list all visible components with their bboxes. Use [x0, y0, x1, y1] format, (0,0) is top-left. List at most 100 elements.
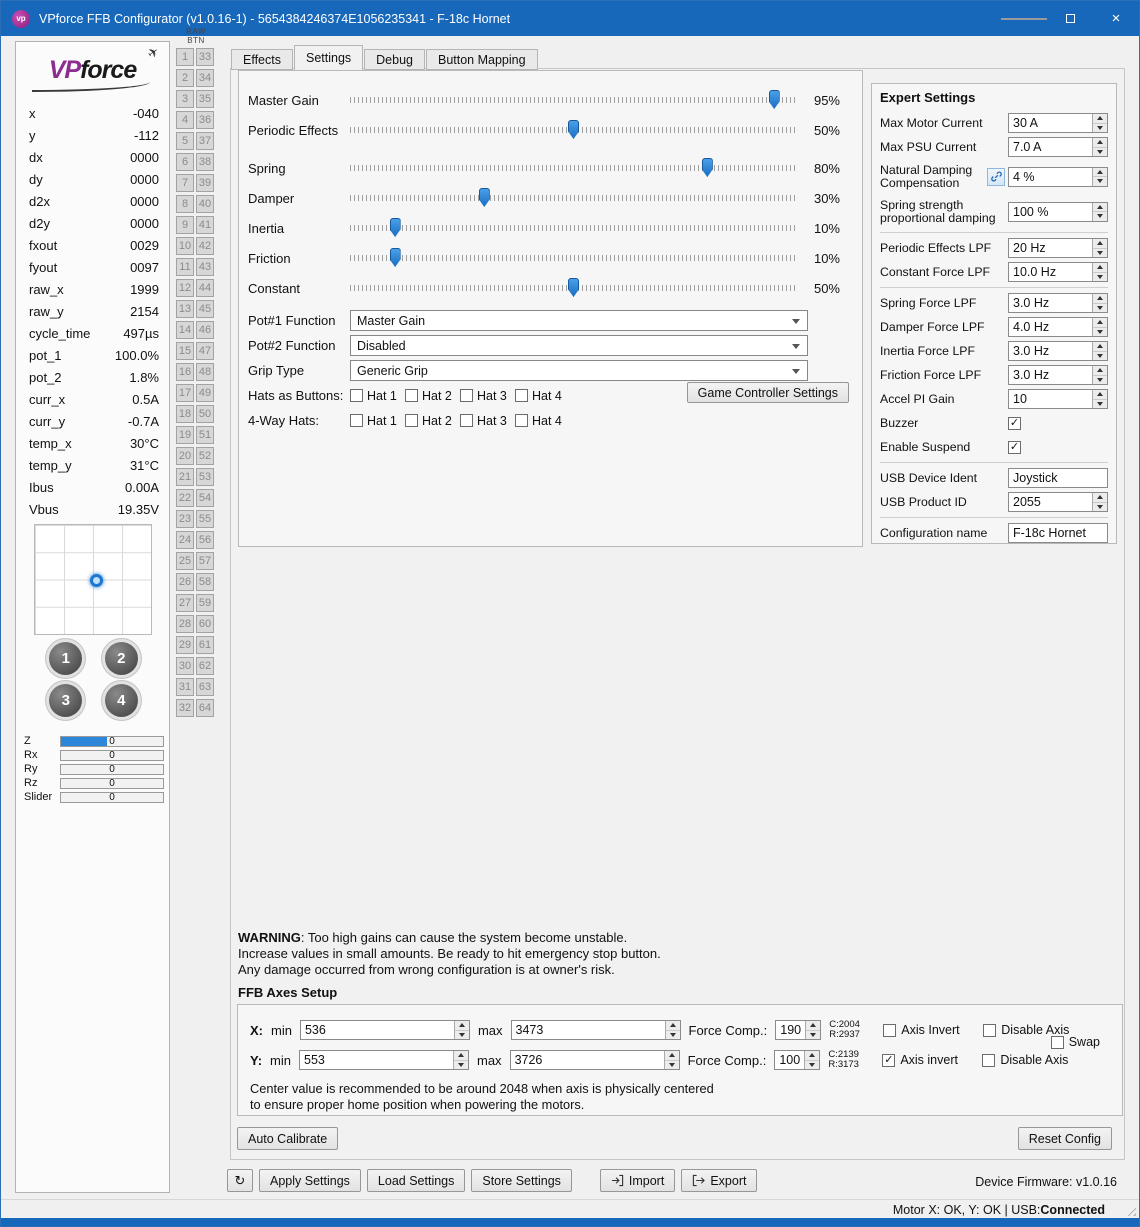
- joystick-button[interactable]: 4: [104, 684, 138, 717]
- axis-invert-checkbox[interactable]: Axis Invert: [883, 1023, 975, 1037]
- spin-up-icon[interactable]: [1093, 203, 1107, 212]
- spin-up-icon[interactable]: [805, 1051, 819, 1060]
- slider-track[interactable]: [350, 156, 796, 180]
- checkbox[interactable]: [882, 1053, 896, 1067]
- hat-checkbox-item[interactable]: Hat 3: [460, 389, 515, 403]
- checkbox[interactable]: [350, 389, 363, 402]
- raw-button-cell[interactable]: 17: [176, 384, 194, 402]
- spinbox[interactable]: 3.0 Hz: [1008, 341, 1108, 361]
- spin-down-icon[interactable]: [1093, 350, 1107, 361]
- spin-arrows[interactable]: [663, 1051, 679, 1070]
- spin-up-icon[interactable]: [1093, 138, 1107, 147]
- checkbox[interactable]: [460, 414, 473, 427]
- spin-down-icon[interactable]: [1093, 176, 1107, 186]
- spin-down-icon[interactable]: [1093, 501, 1107, 512]
- slider-handle[interactable]: [568, 120, 579, 139]
- spin-up-icon[interactable]: [1093, 366, 1107, 375]
- raw-button-cell[interactable]: 24: [176, 531, 194, 549]
- raw-button-cell[interactable]: 8: [176, 195, 194, 213]
- tab-button-mapping[interactable]: Button Mapping: [426, 49, 538, 70]
- store-settings-button[interactable]: Store Settings: [471, 1169, 572, 1192]
- raw-button-cell[interactable]: 49: [196, 384, 214, 402]
- tab-debug[interactable]: Debug: [364, 49, 425, 70]
- force-comp-spinbox[interactable]: 100: [774, 1050, 821, 1070]
- link-icon[interactable]: [987, 167, 1005, 186]
- spin-down-icon[interactable]: [805, 1059, 820, 1070]
- dropdown[interactable]: Master Gain: [350, 310, 808, 331]
- spin-arrows[interactable]: [453, 1051, 468, 1069]
- raw-button-cell[interactable]: 30: [176, 657, 194, 675]
- raw-button-cell[interactable]: 7: [176, 174, 194, 192]
- raw-button-cell[interactable]: 21: [176, 468, 194, 486]
- raw-button-cell[interactable]: 59: [196, 594, 214, 612]
- spinbox[interactable]: 20 Hz: [1008, 238, 1108, 258]
- raw-button-cell[interactable]: 36: [196, 111, 214, 129]
- dropdown[interactable]: Disabled: [350, 335, 808, 356]
- spin-arrows[interactable]: [1092, 318, 1107, 336]
- checkbox[interactable]: [515, 414, 528, 427]
- min-spinbox[interactable]: 553: [299, 1050, 469, 1070]
- spinbox[interactable]: 10.0 Hz: [1008, 262, 1108, 282]
- checkbox[interactable]: [515, 389, 528, 402]
- spinbox[interactable]: 3.0 Hz: [1008, 293, 1108, 313]
- force-comp-spinbox[interactable]: 190: [775, 1020, 822, 1040]
- raw-button-cell[interactable]: 53: [196, 468, 214, 486]
- slider-track[interactable]: [350, 186, 796, 210]
- raw-button-cell[interactable]: 60: [196, 615, 214, 633]
- raw-button-cell[interactable]: 54: [196, 489, 214, 507]
- slider-handle[interactable]: [389, 218, 401, 237]
- raw-button-cell[interactable]: 48: [196, 363, 214, 381]
- auto-calibrate-button[interactable]: Auto Calibrate: [237, 1127, 339, 1150]
- raw-button-cell[interactable]: 43: [196, 258, 214, 276]
- hat-checkbox-item[interactable]: Hat 3: [460, 414, 515, 428]
- export-button[interactable]: Export: [681, 1169, 758, 1192]
- checkbox[interactable]: [883, 1023, 897, 1037]
- raw-button-cell[interactable]: 37: [196, 132, 214, 150]
- spin-arrows[interactable]: [1092, 366, 1107, 384]
- refresh-button[interactable]: ↻: [227, 1169, 253, 1192]
- spinbox[interactable]: 2055: [1008, 492, 1108, 512]
- checkbox[interactable]: [405, 414, 418, 427]
- minimize-button[interactable]: [1001, 1, 1047, 36]
- spin-arrows[interactable]: [1092, 390, 1107, 408]
- spin-up-icon[interactable]: [666, 1021, 680, 1030]
- raw-button-cell[interactable]: 16: [176, 363, 194, 381]
- raw-button-cell[interactable]: 11: [176, 258, 194, 276]
- raw-button-cell[interactable]: 55: [196, 510, 214, 528]
- spin-arrows[interactable]: [805, 1021, 821, 1039]
- raw-button-cell[interactable]: 26: [176, 573, 194, 591]
- raw-button-cell[interactable]: 40: [196, 195, 214, 213]
- spinbox[interactable]: 4.0 Hz: [1008, 317, 1108, 337]
- spin-down-icon[interactable]: [664, 1059, 679, 1070]
- min-spinbox[interactable]: 536: [299, 1020, 470, 1040]
- spin-up-icon[interactable]: [806, 1021, 820, 1030]
- spinbox[interactable]: 4 %: [1008, 166, 1108, 187]
- slider-track[interactable]: [350, 276, 796, 300]
- spin-up-icon[interactable]: [455, 1021, 469, 1030]
- reset-config-button[interactable]: Reset Config: [1017, 1127, 1112, 1150]
- spin-up-icon[interactable]: [1093, 493, 1107, 502]
- slider-track[interactable]: [350, 118, 796, 142]
- joystick-button[interactable]: 1: [49, 642, 83, 675]
- spin-up-icon[interactable]: [1093, 114, 1107, 123]
- checkbox[interactable]: [1050, 1035, 1064, 1049]
- joystick-button[interactable]: 3: [49, 684, 83, 717]
- spin-down-icon[interactable]: [1093, 398, 1107, 409]
- tab-settings[interactable]: Settings: [293, 45, 364, 70]
- raw-button-cell[interactable]: 51: [196, 426, 214, 444]
- spin-up-icon[interactable]: [665, 1051, 679, 1060]
- spin-up-icon[interactable]: [1093, 168, 1107, 177]
- raw-button-cell[interactable]: 45: [196, 300, 214, 318]
- joystick-button[interactable]: 2: [104, 642, 138, 675]
- text-input[interactable]: F-18c Hornet: [1008, 523, 1108, 543]
- spinbox[interactable]: 7.0 A: [1008, 137, 1108, 157]
- raw-button-cell[interactable]: 6: [176, 153, 194, 171]
- load-settings-button[interactable]: Load Settings: [366, 1169, 466, 1192]
- raw-button-cell[interactable]: 35: [196, 90, 214, 108]
- raw-button-cell[interactable]: 22: [176, 489, 194, 507]
- raw-button-cell[interactable]: 28: [176, 615, 194, 633]
- raw-button-cell[interactable]: 15: [176, 342, 194, 360]
- raw-button-cell[interactable]: 44: [196, 279, 214, 297]
- raw-button-cell[interactable]: 10: [176, 237, 194, 255]
- raw-button-cell[interactable]: 47: [196, 342, 214, 360]
